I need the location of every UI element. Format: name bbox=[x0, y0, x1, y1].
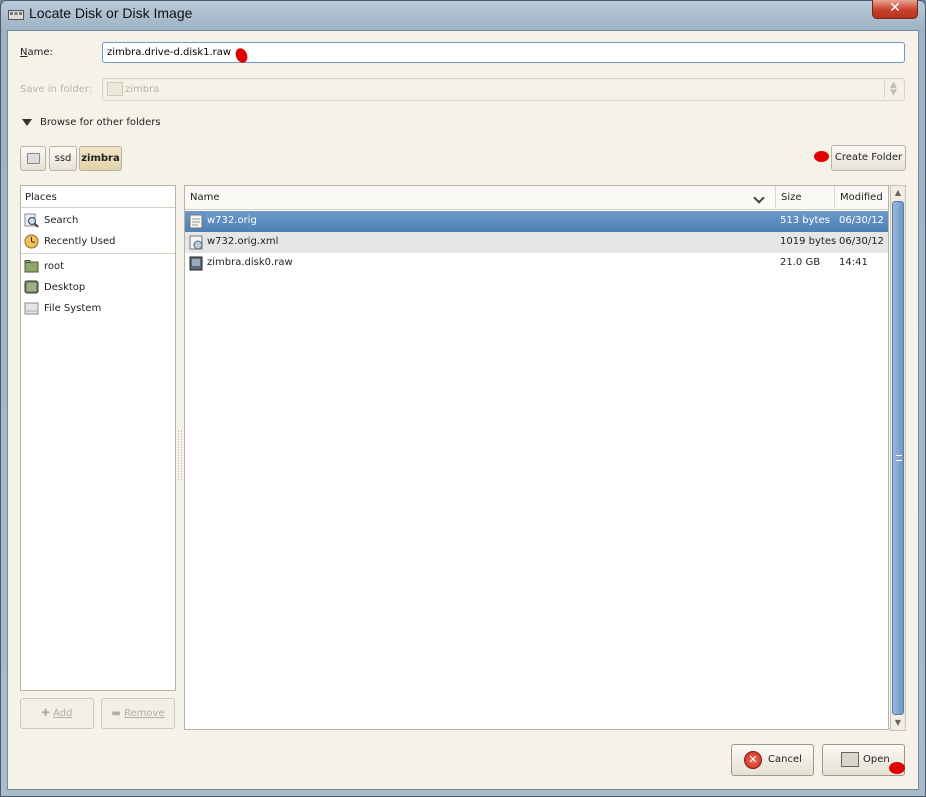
save-in-folder-combo: zimbra ▲ ▼ bbox=[102, 78, 905, 101]
create-folder-button[interactable]: Create Folder bbox=[831, 145, 906, 171]
place-label: File System bbox=[44, 303, 102, 314]
scrollbar-grip-icon bbox=[896, 455, 902, 461]
remove-place-label: Remove bbox=[124, 708, 165, 719]
scroll-up-icon[interactable]: ▲ bbox=[891, 186, 905, 200]
file-size: 21.0 GB bbox=[780, 257, 821, 268]
column-header-name[interactable]: Name bbox=[185, 186, 774, 210]
search-icon bbox=[24, 213, 39, 228]
file-name: w732.orig bbox=[207, 215, 257, 226]
place-item-search[interactable]: Search bbox=[21, 210, 175, 231]
save-in-folder-value: zimbra bbox=[125, 84, 160, 95]
path-button-ssd[interactable]: ssd bbox=[49, 146, 77, 171]
scrollbar-thumb[interactable] bbox=[892, 201, 904, 715]
cancel-button[interactable]: ✕ Cancel bbox=[731, 744, 814, 776]
xml-file-icon bbox=[189, 235, 203, 250]
path-button-zimbra[interactable]: zimbra bbox=[79, 146, 122, 171]
browse-other-folders-label: Browse for other folders bbox=[40, 117, 161, 128]
drive-icon bbox=[24, 302, 39, 315]
file-size: 1019 bytes bbox=[780, 236, 837, 247]
places-panel: Places Search Recently Used root Desktop… bbox=[20, 185, 176, 691]
title-bar[interactable]: Locate Disk or Disk Image ✕ bbox=[0, 0, 926, 28]
save-in-folder-label: Save in folder: bbox=[20, 84, 93, 95]
close-icon: ✕ bbox=[889, 0, 901, 16]
place-label: root bbox=[44, 261, 65, 272]
places-divider bbox=[21, 253, 175, 254]
add-place-button[interactable]: ✚ Add bbox=[20, 698, 94, 729]
app-icon bbox=[8, 10, 24, 20]
file-modified: 06/30/12 bbox=[839, 236, 884, 247]
name-label: Name: bbox=[20, 47, 53, 58]
place-label: Recently Used bbox=[44, 236, 116, 247]
annotation-mark bbox=[889, 762, 905, 774]
file-name: w732.orig.xml bbox=[207, 236, 279, 247]
minus-icon: ▬ bbox=[111, 708, 125, 719]
file-modified: 06/30/12 bbox=[839, 215, 884, 226]
place-label: Desktop bbox=[44, 282, 86, 293]
file-name: zimbra.disk0.raw bbox=[207, 257, 293, 268]
window-title: Locate Disk or Disk Image bbox=[29, 5, 193, 21]
name-label-rest: ame: bbox=[27, 47, 53, 58]
home-folder-icon bbox=[24, 260, 39, 273]
plus-icon: ✚ bbox=[41, 708, 54, 719]
add-place-label: Add bbox=[53, 708, 73, 719]
expander-triangle-icon bbox=[22, 119, 32, 126]
file-list-scrollbar[interactable]: ▲ ▼ bbox=[890, 185, 906, 731]
close-window-button[interactable]: ✕ bbox=[872, 0, 918, 19]
file-name-input[interactable] bbox=[102, 42, 905, 63]
file-list: Name Size Modified w732.orig 513 bytes 0… bbox=[184, 185, 889, 730]
drive-icon bbox=[27, 153, 40, 164]
open-folder-icon bbox=[841, 752, 859, 767]
table-row[interactable]: w732.orig 513 bytes 06/30/12 bbox=[185, 211, 888, 232]
file-size: 513 bytes bbox=[780, 215, 830, 226]
file-list-header: Name Size Modified bbox=[185, 186, 888, 210]
table-row[interactable]: w732.orig.xml 1019 bytes 06/30/12 bbox=[185, 232, 888, 253]
place-item-file-system[interactable]: File System bbox=[21, 298, 175, 319]
cancel-icon: ✕ bbox=[744, 751, 762, 769]
place-item-root[interactable]: root bbox=[21, 256, 175, 277]
place-label: Search bbox=[44, 215, 79, 226]
place-item-desktop[interactable]: Desktop bbox=[21, 277, 175, 298]
places-header[interactable]: Places bbox=[21, 186, 175, 208]
disk-image-icon bbox=[189, 256, 203, 271]
pane-resize-handle[interactable] bbox=[178, 430, 182, 480]
column-header-size[interactable]: Size bbox=[775, 186, 834, 210]
scroll-down-icon[interactable]: ▼ bbox=[891, 716, 905, 730]
desktop-icon bbox=[24, 280, 39, 294]
table-row[interactable]: zimbra.disk0.raw 21.0 GB 14:41 bbox=[185, 253, 888, 274]
places-header-label: Places bbox=[25, 192, 57, 203]
open-label: Open bbox=[863, 754, 890, 765]
text-file-icon bbox=[189, 214, 203, 229]
file-modified: 14:41 bbox=[839, 257, 868, 268]
remove-place-button[interactable]: ▬ Remove bbox=[101, 698, 175, 729]
folder-icon bbox=[107, 82, 123, 96]
combo-arrows-icon: ▲ ▼ bbox=[884, 81, 902, 98]
recently-used-icon bbox=[24, 234, 39, 249]
annotation-mark bbox=[814, 151, 829, 162]
column-header-modified[interactable]: Modified bbox=[834, 186, 888, 210]
path-button-root-drive[interactable] bbox=[20, 146, 46, 171]
place-item-recently-used[interactable]: Recently Used bbox=[21, 231, 175, 252]
cancel-label: Cancel bbox=[768, 754, 802, 765]
